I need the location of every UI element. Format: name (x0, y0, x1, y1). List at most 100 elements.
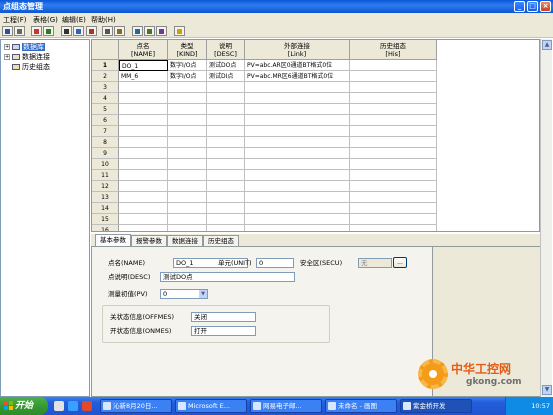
table-cell[interactable] (350, 181, 437, 192)
unit-input[interactable]: 0 (256, 258, 294, 268)
taskbar-item-excel[interactable]: Microsoft E... (175, 399, 247, 413)
add-row-icon[interactable] (31, 26, 42, 36)
clock[interactable]: 10:57 (531, 402, 550, 410)
insert-row-icon[interactable] (43, 26, 54, 36)
row-number[interactable]: 4 (92, 93, 119, 104)
cut-icon[interactable] (61, 26, 72, 36)
table-cell[interactable] (119, 214, 168, 225)
table-cell[interactable] (119, 170, 168, 181)
pv-select[interactable]: 0 ▼ (160, 289, 208, 299)
table-cell[interactable] (245, 203, 350, 214)
tree-item-database[interactable]: + 数据库 (4, 43, 45, 52)
vertical-scrollbar[interactable]: ▲ ▼ (540, 39, 552, 397)
table-cell[interactable]: MM_6 (119, 71, 168, 82)
column-header-name[interactable]: 点名 [NAME] (119, 40, 168, 60)
print-icon[interactable] (14, 26, 25, 36)
table-cell[interactable] (207, 225, 245, 231)
row-number[interactable]: 9 (92, 148, 119, 159)
table-cell[interactable] (207, 126, 245, 137)
taskbar-item-email[interactable]: 网易电子邮... (250, 399, 322, 413)
row-number[interactable]: 3 (92, 82, 119, 93)
table-cell[interactable] (207, 159, 245, 170)
help-icon[interactable] (174, 26, 185, 36)
table-cell[interactable] (350, 192, 437, 203)
row-number[interactable]: 1 (92, 60, 119, 71)
row-number[interactable]: 8 (92, 137, 119, 148)
maximize-button[interactable]: □ (527, 1, 538, 12)
security-browse-button[interactable]: ... (393, 257, 407, 268)
table-cell[interactable] (119, 192, 168, 203)
table-cell[interactable] (207, 203, 245, 214)
row-number[interactable]: 11 (92, 170, 119, 181)
table-cell[interactable] (168, 82, 207, 93)
offmes-input[interactable]: 关闭 (191, 312, 256, 322)
table-cell[interactable]: 测试DI点 (207, 71, 245, 82)
table-cell[interactable] (350, 170, 437, 181)
table-cell[interactable] (207, 82, 245, 93)
table-cell[interactable] (245, 170, 350, 181)
taskbar-item-kingview[interactable]: 紫金桥开发 (400, 399, 472, 413)
tab-basic-params[interactable]: 基本参数 (95, 234, 131, 246)
tree-item-history-config[interactable]: 历史组态 (4, 63, 50, 72)
table-cell[interactable] (168, 225, 207, 231)
column-header-history[interactable]: 历史组态 [His] (350, 40, 437, 60)
table-cell[interactable] (168, 170, 207, 181)
table-cell[interactable] (350, 71, 437, 82)
table-cell[interactable] (350, 126, 437, 137)
table-cell[interactable] (168, 115, 207, 126)
row-number[interactable]: 15 (92, 214, 119, 225)
table-cell[interactable] (350, 137, 437, 148)
table-cell[interactable] (168, 214, 207, 225)
table-cell[interactable] (245, 192, 350, 203)
table-cell[interactable] (119, 93, 168, 104)
table-cell[interactable] (119, 203, 168, 214)
table-cell[interactable] (207, 148, 245, 159)
table-cell[interactable] (350, 115, 437, 126)
show-desktop-icon[interactable] (54, 401, 64, 411)
table-cell[interactable] (245, 148, 350, 159)
table-cell[interactable] (350, 159, 437, 170)
table-cell[interactable] (207, 137, 245, 148)
column-header-link[interactable]: 外部连接 [Link] (245, 40, 350, 60)
expand-icon[interactable]: + (4, 44, 10, 50)
taskbar-item-document[interactable]: 沁新8月20日... (100, 399, 172, 413)
start-button[interactable]: 开始 (0, 397, 48, 415)
table-cell[interactable] (350, 214, 437, 225)
settings-icon[interactable] (156, 26, 167, 36)
table-cell[interactable]: PV=abc.MR区6通道BT格式0位 (245, 71, 350, 82)
expand-icon[interactable]: + (4, 54, 10, 60)
table-cell[interactable] (245, 126, 350, 137)
table-cell[interactable] (168, 192, 207, 203)
table-cell[interactable] (168, 203, 207, 214)
table-cell[interactable]: 数字I/O点 (168, 71, 207, 82)
table-cell[interactable] (350, 93, 437, 104)
table-cell[interactable] (168, 104, 207, 115)
table-cell[interactable]: PV=abc.AR区0通道BT格式0位 (245, 60, 350, 71)
table-cell[interactable]: 测试DO点 (207, 60, 245, 71)
table-cell[interactable] (119, 82, 168, 93)
table-cell[interactable] (119, 104, 168, 115)
column-header-kind[interactable]: 类型 [KIND] (168, 40, 207, 60)
table-cell[interactable]: DO_1 (119, 60, 168, 71)
table-cell[interactable] (207, 214, 245, 225)
row-number[interactable]: 13 (92, 192, 119, 203)
import-icon[interactable] (132, 26, 143, 36)
table-cell[interactable] (207, 104, 245, 115)
table-cell[interactable] (168, 126, 207, 137)
chevron-down-icon[interactable]: ▼ (199, 290, 207, 298)
tab-alarm-params[interactable]: 报警参数 (131, 235, 167, 246)
row-number[interactable]: 14 (92, 203, 119, 214)
table-cell[interactable] (168, 137, 207, 148)
save-icon[interactable] (2, 26, 13, 36)
row-number[interactable]: 5 (92, 104, 119, 115)
table-cell[interactable]: 数字I/O点 (168, 60, 207, 71)
table-cell[interactable] (245, 93, 350, 104)
table-cell[interactable] (245, 181, 350, 192)
scroll-up-icon[interactable]: ▲ (542, 40, 552, 50)
table-cell[interactable] (245, 214, 350, 225)
tree-item-data-connection[interactable]: + 数据连接 (4, 53, 50, 62)
table-cell[interactable] (119, 225, 168, 231)
table-cell[interactable] (207, 93, 245, 104)
table-cell[interactable] (245, 104, 350, 115)
taskbar-item-paint[interactable]: 未命名 - 画图 (325, 399, 397, 413)
